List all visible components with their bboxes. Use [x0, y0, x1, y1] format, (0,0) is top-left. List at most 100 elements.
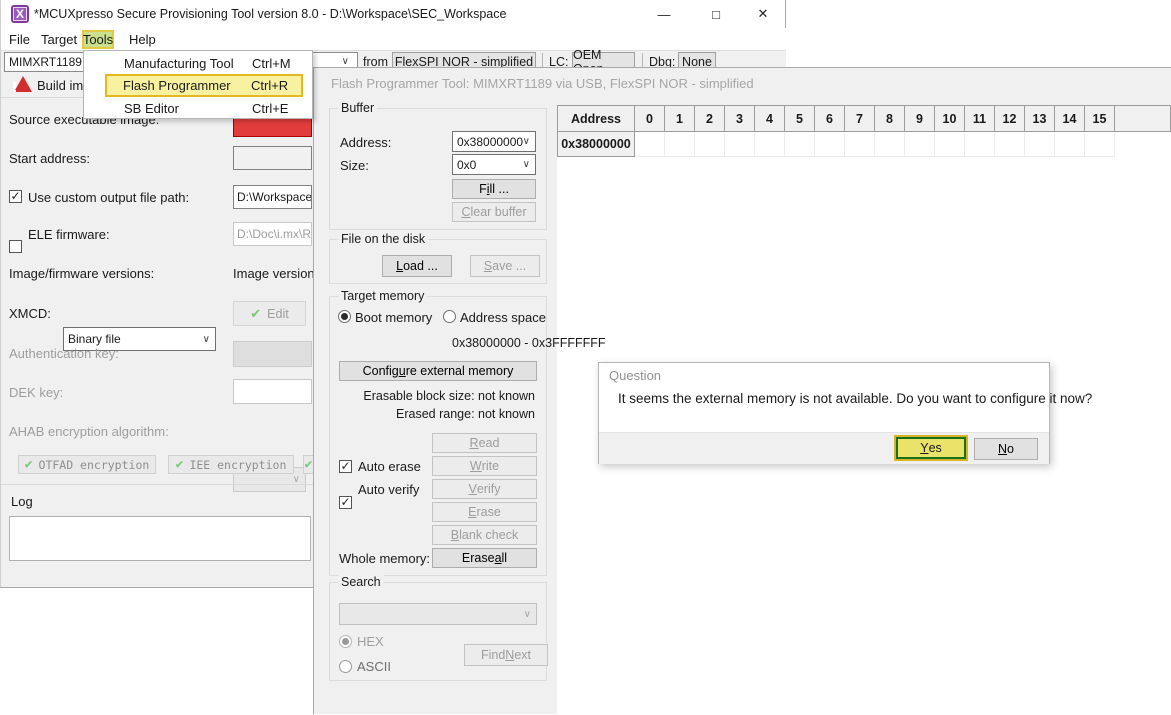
buffer-address-label: Address:	[340, 135, 391, 150]
start-address-label: Start address:	[9, 151, 90, 166]
auto-erase-checkbox[interactable]	[339, 460, 352, 473]
hex-cell[interactable]	[635, 132, 665, 157]
no-button[interactable]: No	[974, 438, 1038, 460]
erase-all-button[interactable]: Erase all	[432, 548, 537, 568]
custom-output-checkbox[interactable]	[9, 190, 22, 203]
app-icon-letter: X	[13, 7, 27, 21]
hex-cell[interactable]	[815, 132, 845, 157]
file-on-disk-group: File on the disk Load ... Save ...	[329, 239, 547, 284]
hex-table-header: Address 0 1 2 3 4 5 6 7 8 9 10 11 12 13 …	[557, 105, 1171, 132]
menu-help[interactable]: Help	[127, 30, 158, 49]
auto-erase-label: Auto erase	[358, 459, 421, 474]
otfad-label: OTFAD encryption	[39, 458, 150, 472]
menu-item-label: SB Editor	[124, 101, 179, 116]
search-combo: ∨	[339, 603, 537, 625]
hex-cell[interactable]	[725, 132, 755, 157]
row-address-cell: 0x38000000	[557, 132, 635, 157]
title-bar: X *MCUXpresso Secure Provisioning Tool v…	[1, 0, 785, 28]
flash-programmer-header: Flash Programmer Tool: MIMXRT1189 via US…	[331, 76, 754, 91]
start-address-input[interactable]	[233, 146, 312, 170]
dialog-footer: Yes No	[599, 432, 1049, 464]
minimize-button[interactable]: —	[646, 0, 682, 28]
hex-radio	[339, 635, 352, 648]
menu-item-label: Flash Programmer	[123, 78, 231, 93]
hex-cell[interactable]	[965, 132, 995, 157]
menu-item-sb-editor[interactable]: SB Editor Ctrl+E	[85, 97, 311, 120]
search-group-title: Search	[338, 575, 384, 589]
xmcd-label: XMCD:	[9, 306, 51, 321]
menu-target[interactable]: Target	[39, 30, 79, 49]
buffer-size-combo[interactable]: 0x0 ∨	[452, 154, 536, 175]
menu-item-shortcut: Ctrl+E	[252, 101, 288, 116]
configure-external-memory-button[interactable]: Configure external memory	[339, 361, 537, 381]
hex-table-row[interactable]: 0x38000000	[557, 132, 1115, 157]
load-button[interactable]: Load ...	[382, 255, 452, 277]
column-header: 7	[845, 105, 875, 132]
hex-cell[interactable]	[695, 132, 725, 157]
custom-output-input[interactable]: D:\Workspace\	[233, 185, 312, 209]
auth-key-label: Authentication key:	[9, 346, 119, 361]
log-label: Log	[11, 494, 33, 509]
column-header-filler	[1115, 105, 1171, 132]
search-group: Search ∨ HEX ASCII Find Next	[329, 582, 547, 681]
dialog-message: It seems the external memory is not avai…	[618, 391, 1092, 406]
hex-cell[interactable]	[1085, 132, 1115, 157]
auth-key-input	[233, 341, 312, 367]
address-space-label: Address space	[460, 310, 546, 325]
fill-button[interactable]: Fill ...	[452, 179, 536, 199]
verify-button: Verify	[432, 479, 537, 499]
buffer-address-combo[interactable]: 0x38000000 ∨	[452, 131, 536, 152]
hex-cell[interactable]	[845, 132, 875, 157]
question-dialog: Question It seems the external memory is…	[598, 362, 1050, 464]
address-space-radio[interactable]	[443, 310, 456, 323]
window-title: *MCUXpresso Secure Provisioning Tool ver…	[34, 7, 506, 21]
xmcd-value: Binary file	[68, 332, 121, 346]
warning-icon	[14, 76, 32, 92]
chevron-down-icon: ∨	[342, 56, 349, 67]
hex-cell[interactable]	[875, 132, 905, 157]
hex-cell[interactable]	[935, 132, 965, 157]
edit-label: Edit	[267, 307, 289, 321]
hex-cell[interactable]	[785, 132, 815, 157]
menu-tools[interactable]: Tools	[82, 30, 114, 49]
chevron-down-icon: ∨	[523, 136, 530, 147]
boot-memory-radio[interactable]	[338, 310, 351, 323]
menu-file[interactable]: File	[7, 30, 32, 49]
yes-button[interactable]: Yes	[896, 437, 966, 459]
buffer-address-value: 0x38000000	[457, 135, 523, 149]
check-icon: ✔	[250, 306, 261, 322]
whole-memory-label: Whole memory:	[339, 551, 430, 566]
hex-radio-label: HEX	[357, 634, 384, 649]
dek-key-input	[233, 379, 312, 404]
check-icon: ✔	[305, 457, 313, 472]
column-header: 0	[635, 105, 665, 132]
otfad-encryption-button: ✔ OTFAD encryption	[18, 455, 156, 474]
maximize-button[interactable]: □	[698, 0, 734, 28]
erasable-block-info: Erasable block size: not known	[363, 389, 535, 403]
buffer-size-label: Size:	[340, 158, 369, 173]
column-header: 15	[1085, 105, 1115, 132]
menu-item-flash-programmer[interactable]: Flash Programmer Ctrl+R	[105, 74, 303, 97]
hex-cell[interactable]	[995, 132, 1025, 157]
ele-firmware-checkbox[interactable]	[9, 240, 22, 253]
hex-cell[interactable]	[755, 132, 785, 157]
hex-cell[interactable]	[905, 132, 935, 157]
file-group-title: File on the disk	[338, 232, 428, 246]
column-header: 5	[785, 105, 815, 132]
ascii-radio[interactable]	[339, 660, 352, 673]
column-header: 1	[665, 105, 695, 132]
auto-verify-checkbox[interactable]	[339, 496, 352, 509]
find-next-button: Find Next	[464, 644, 548, 666]
log-textarea[interactable]	[9, 516, 311, 561]
hex-cell[interactable]	[1025, 132, 1055, 157]
hex-cell[interactable]	[1055, 132, 1085, 157]
app-icon: X	[11, 5, 29, 23]
hex-cell[interactable]	[665, 132, 695, 157]
column-header: 11	[965, 105, 995, 132]
column-header: 3	[725, 105, 755, 132]
chevron-down-icon: ∨	[203, 334, 210, 345]
buffer-group-title: Buffer	[338, 101, 377, 115]
address-column-header: Address	[557, 105, 635, 132]
close-button[interactable]: ✕	[745, 0, 781, 28]
menu-item-manufacturing-tool[interactable]: Manufacturing Tool Ctrl+M	[85, 52, 311, 75]
